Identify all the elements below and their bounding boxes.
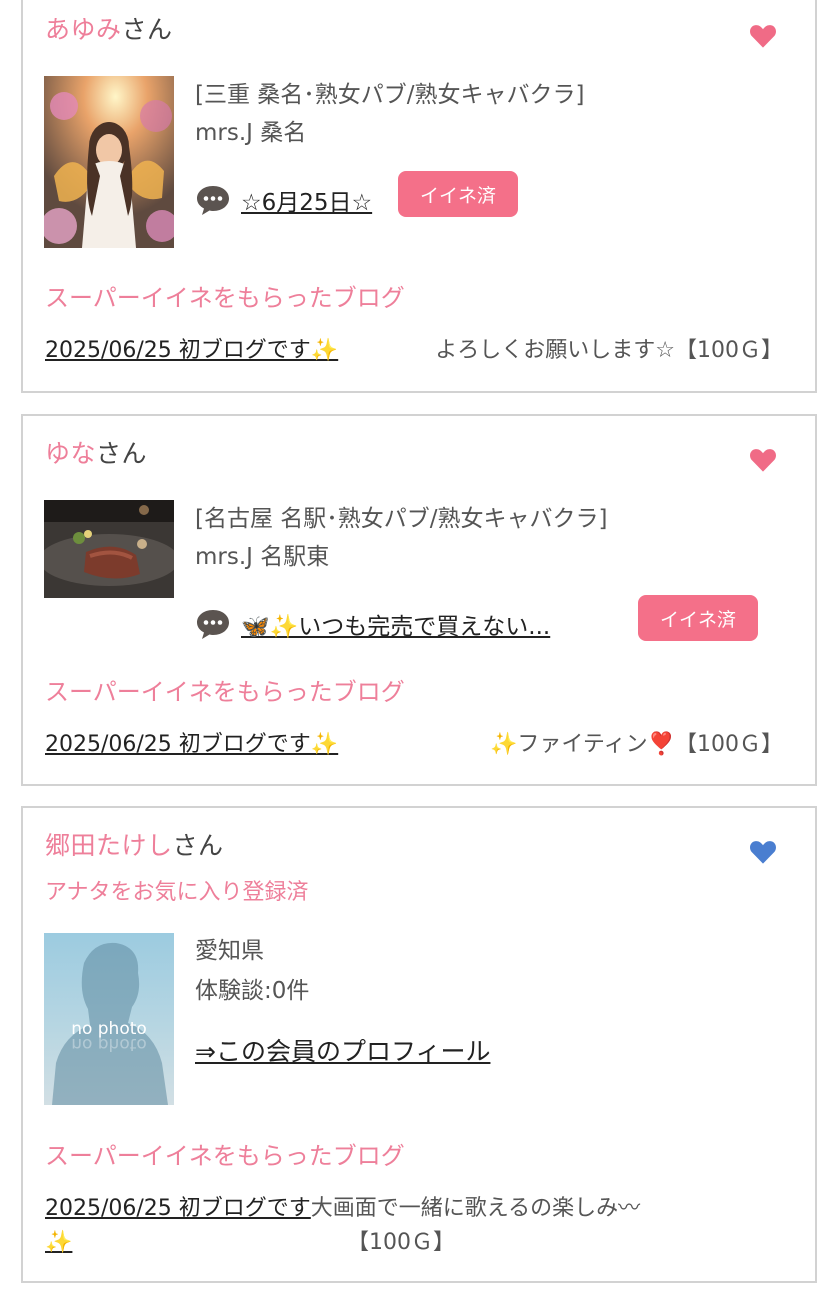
blog-message: よろしくお願いします☆【100Ｇ】 (435, 338, 783, 363)
iine-done-button[interactable]: イイネ済 (638, 595, 758, 641)
blog-date-link[interactable]: 2025/06/25 初ブログです✨ (45, 732, 338, 757)
review-count: 体験談:0件 (195, 978, 310, 1004)
blog-date-link-sparkle[interactable]: ✨ (45, 1230, 72, 1255)
blog-message: 大画面で一緒に歌えるの楽しみ〰 (310, 1196, 641, 1221)
user-name-line[interactable]: 郷田たけしさん (45, 830, 224, 862)
like-card: あゆみさん [三重 桑名･熟女パブ/熟女キャバクラ] mrs.J 桑名 ☆6月2… (21, 0, 817, 393)
cast-photo[interactable] (44, 76, 174, 248)
favorite-registered-note: アナタをお気に入り登録済 (45, 880, 309, 905)
prefecture: 愛知県 (195, 938, 264, 964)
user-name[interactable]: 郷田たけし (45, 831, 173, 860)
honorific: さん (121, 15, 173, 44)
blog-date-link[interactable]: 2025/06/25 初ブログです✨ (45, 338, 338, 363)
like-card: ゆなさん [名古屋 名駅･熟女パブ/熟女キャバクラ] mrs.J 名駅東 🦋✨い… (21, 414, 817, 786)
blog-message: ✨ファイティン❣️【100Ｇ】 (489, 732, 783, 757)
section-title: スーパーイイネをもらったブログ (45, 678, 405, 706)
super-iine-blog-line: 2025/06/25 初ブログです✨ ✨ファイティン❣️【100Ｇ】 (45, 728, 793, 762)
super-iine-blog-line: 2025/06/25 初ブログです✨ よろしくお願いします☆【100Ｇ】 (45, 334, 793, 368)
blog-title-link[interactable]: ☆6月25日☆ (241, 183, 372, 217)
iine-done-button[interactable]: イイネ済 (398, 171, 518, 217)
user-name-line[interactable]: あゆみさん (45, 14, 173, 46)
user-name[interactable]: あゆみ (45, 15, 122, 44)
member-profile-link[interactable]: ⇒この会員のプロフィール (195, 1032, 490, 1068)
heart-pink-icon[interactable] (749, 22, 777, 50)
like-card: 郷田たけしさん アナタをお気に入り登録済 no photo no photo 愛… (21, 806, 817, 1283)
super-iine-blog-line: 2025/06/25 初ブログです大画面で一緒に歌えるの楽しみ〰 (45, 1192, 793, 1226)
speech-bubble-icon (195, 184, 231, 216)
blog-price: 【100Ｇ】 (347, 1230, 455, 1255)
cast-photo[interactable] (44, 500, 174, 598)
blog-title-link[interactable]: 🦋✨いつも完売で買えない... (241, 607, 550, 641)
section-title: スーパーイイネをもらったブログ (45, 1142, 405, 1170)
no-photo-reflection: no photo (71, 1034, 147, 1054)
super-iine-blog-line-wrap: ✨ 【100Ｇ】 (45, 1226, 793, 1260)
blog-date-link[interactable]: 2025/06/25 初ブログです (45, 1196, 311, 1221)
heart-blue-icon[interactable] (749, 838, 777, 866)
shop-category: [名古屋 名駅･熟女パブ/熟女キャバクラ] (195, 506, 608, 532)
section-title: スーパーイイネをもらったブログ (45, 284, 405, 312)
user-name-line[interactable]: ゆなさん (45, 438, 147, 470)
shop-category: [三重 桑名･熟女パブ/熟女キャバクラ] (195, 82, 585, 108)
blog-comment-row: 🦋✨いつも完売で買えない... (195, 600, 550, 648)
shop-name[interactable]: mrs.J 桑名 (195, 116, 306, 150)
shop-name[interactable]: mrs.J 名駅東 (195, 540, 329, 574)
user-name[interactable]: ゆな (45, 439, 96, 468)
honorific: さん (96, 439, 148, 468)
heart-pink-icon[interactable] (749, 446, 777, 474)
no-photo-avatar[interactable]: no photo no photo (44, 933, 174, 1105)
honorific: さん (172, 831, 224, 860)
blog-comment-row: ☆6月25日☆ (195, 176, 372, 224)
speech-bubble-icon (195, 608, 231, 640)
